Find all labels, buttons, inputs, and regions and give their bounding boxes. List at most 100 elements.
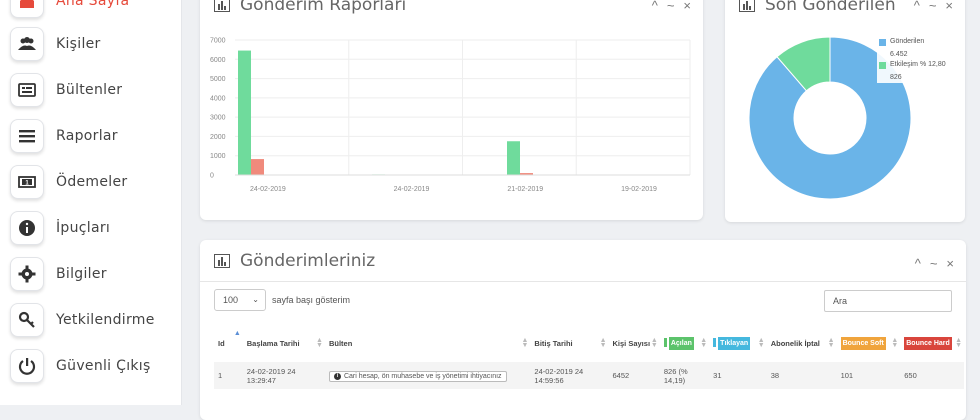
cell-start: 24-02-2019 24 13:29:47	[243, 362, 325, 389]
collapse-icon[interactable]: ^	[915, 256, 921, 271]
search-placeholder: Ara	[833, 296, 847, 306]
chart-bar[interactable]	[507, 141, 520, 175]
y-tick-label: 0	[210, 173, 214, 180]
col-end[interactable]: Bitiş Tarihi▲▼	[530, 325, 608, 362]
page-size-control: 100 ⌄ sayfa başı gösterim	[214, 289, 350, 311]
sidebar-item-label: Raporlar	[56, 128, 118, 144]
col-opened[interactable]: Açılan▲▼	[660, 325, 709, 362]
sidebar-item-label: Bültenler	[56, 82, 122, 98]
close-icon[interactable]: ×	[945, 0, 953, 13]
bar-chart-icon	[739, 0, 755, 12]
page-size-label: sayfa başı gösterim	[272, 295, 350, 305]
sidebar-item-key[interactable]: Yetkilendirme	[0, 297, 182, 343]
cell-end: 24-02-2019 24 14:59:56	[530, 362, 608, 389]
donut-legend: Gönderilen 6.452 Etkileşim % 12,80 826	[877, 36, 948, 83]
sidebar-item-label: Ödemeler	[56, 174, 127, 190]
table-row[interactable]: 124-02-2019 24 13:29:47iCari hesap, ön m…	[214, 362, 964, 389]
cell-opened: 826 (% 14,19)	[660, 362, 709, 389]
cell-soft: 101	[837, 362, 901, 389]
y-tick-label: 1000	[210, 153, 226, 160]
collapse-icon[interactable]: ^	[652, 0, 658, 13]
col-bulletin[interactable]: Bülten▲▼	[325, 325, 530, 362]
sidebar: Ana Sayfa Kişiler Bültenler Raporlar 1 Ödemel…	[0, 0, 182, 405]
users-icon	[10, 27, 44, 61]
gear-icon	[10, 257, 44, 291]
menu-icon	[10, 119, 44, 153]
bulletin-name: Cari hesap, ön muhasebe ve iş yönetimi i…	[344, 373, 502, 380]
col-hard[interactable]: Bounce Hard▲▼	[900, 325, 964, 362]
y-tick-label: 5000	[210, 76, 226, 83]
sends-panel-title: Gönderimleriniz	[240, 251, 375, 271]
y-tick-label: 6000	[210, 57, 226, 64]
money-icon: 1	[10, 165, 44, 199]
close-icon[interactable]: ×	[683, 0, 691, 13]
table-header-row: Id▲ Başlama Tarihi▲▼ Bülten▲▼ Bitiş Tari…	[214, 325, 964, 362]
sidebar-item-users[interactable]: Kişiler	[0, 21, 182, 67]
sends-panel-header: Gönderimleriniz ^ ~ ×	[200, 244, 966, 278]
chart-bar[interactable]	[238, 51, 251, 175]
sidebar-item-label: Güvenli Çıkış	[56, 358, 151, 374]
bar-chart-icon	[214, 254, 230, 268]
key-icon	[10, 303, 44, 337]
sort-icon: ▲▼	[521, 338, 528, 348]
legend-swatch	[879, 39, 886, 46]
reports-bar-chart: 0100020003000400050006000700024-02-20192…	[200, 28, 703, 208]
sends-panel-divider	[200, 281, 966, 282]
close-icon[interactable]: ×	[946, 256, 954, 271]
sort-asc-icon: ▲	[234, 331, 241, 336]
x-tick-label: 24-02-2019	[250, 186, 286, 193]
sidebar-item-label: Bilgiler	[56, 266, 107, 282]
bar-chart-icon	[214, 0, 230, 12]
x-tick-label: 21-02-2019	[507, 186, 543, 193]
info-icon	[10, 211, 44, 245]
refresh-icon[interactable]: ~	[929, 0, 937, 13]
table-row[interactable]	[214, 389, 964, 416]
col-id[interactable]: Id▲	[214, 325, 243, 362]
chart-bar[interactable]	[251, 159, 264, 175]
col-count[interactable]: Kişi Sayısı▲▼	[609, 325, 660, 362]
cell-bulletin[interactable]: iCari hesap, ön muhasebe ve iş yönetimi …	[325, 362, 530, 389]
cell-count: 6452	[609, 362, 660, 389]
reports-panel: Gönderim Raporları ^ ~ × 010002000300040…	[200, 0, 703, 220]
last-sent-panel: Son Gönderilen ^ ~ × Gönderilen 6.452 Etk…	[725, 0, 965, 222]
x-tick-label: 19-02-2019	[621, 186, 657, 193]
sidebar-item-label: Ana Sayfa	[56, 0, 129, 9]
refresh-icon[interactable]: ~	[930, 256, 938, 271]
reports-panel-header: Gönderim Raporları ^ ~ ×	[200, 0, 703, 22]
sidebar-item-money[interactable]: 1 Ödemeler	[0, 159, 182, 205]
search-input[interactable]: Ara	[824, 290, 952, 312]
home-icon	[10, 0, 44, 18]
legend-swatch	[879, 62, 886, 69]
col-start[interactable]: Başlama Tarihi▲▼	[243, 325, 325, 362]
col-soft[interactable]: Bounce Soft▲▼	[837, 325, 901, 362]
sidebar-item-newsletter[interactable]: Bültenler	[0, 67, 182, 113]
sort-icon: ▲▼	[651, 338, 658, 348]
legend-label: Etkileşim % 12,80	[890, 61, 946, 68]
y-tick-label: 3000	[210, 115, 226, 122]
sidebar-item-gear[interactable]: Bilgiler	[0, 251, 182, 297]
sort-icon: ▲▼	[758, 338, 765, 348]
sort-icon: ▲▼	[828, 338, 835, 348]
y-tick-label: 2000	[210, 134, 226, 141]
refresh-icon[interactable]: ~	[667, 0, 675, 13]
legend-label: Gönderilen	[890, 38, 924, 45]
sidebar-item-power[interactable]: Güvenli Çıkış	[0, 343, 182, 389]
cell-unsub: 38	[767, 362, 837, 389]
x-tick-label: 24-02-2019	[394, 186, 430, 193]
legend-value: 6.452	[890, 51, 924, 58]
sends-table: Id▲ Başlama Tarihi▲▼ Bülten▲▼ Bitiş Tari…	[214, 325, 964, 416]
collapse-icon[interactable]: ^	[914, 0, 920, 13]
col-unsub[interactable]: Abonelik İptal▲▼	[767, 325, 837, 362]
y-tick-label: 7000	[210, 38, 226, 45]
sort-icon: ▲▼	[955, 338, 962, 348]
sidebar-item-info[interactable]: İpuçları	[0, 205, 182, 251]
page-size-select[interactable]: 100 ⌄	[214, 289, 266, 311]
sort-icon: ▲▼	[600, 338, 607, 348]
sidebar-item-label: Kişiler	[56, 36, 101, 52]
cell-clicked: 31	[709, 362, 767, 389]
legend-value: 826	[890, 74, 946, 81]
sidebar-item-menu[interactable]: Raporlar	[0, 113, 182, 159]
reports-panel-title: Gönderim Raporları	[240, 0, 406, 15]
last-sent-panel-header: Son Gönderilen ^ ~ ×	[725, 0, 965, 22]
col-clicked[interactable]: Tıklayan▲▼	[709, 325, 767, 362]
